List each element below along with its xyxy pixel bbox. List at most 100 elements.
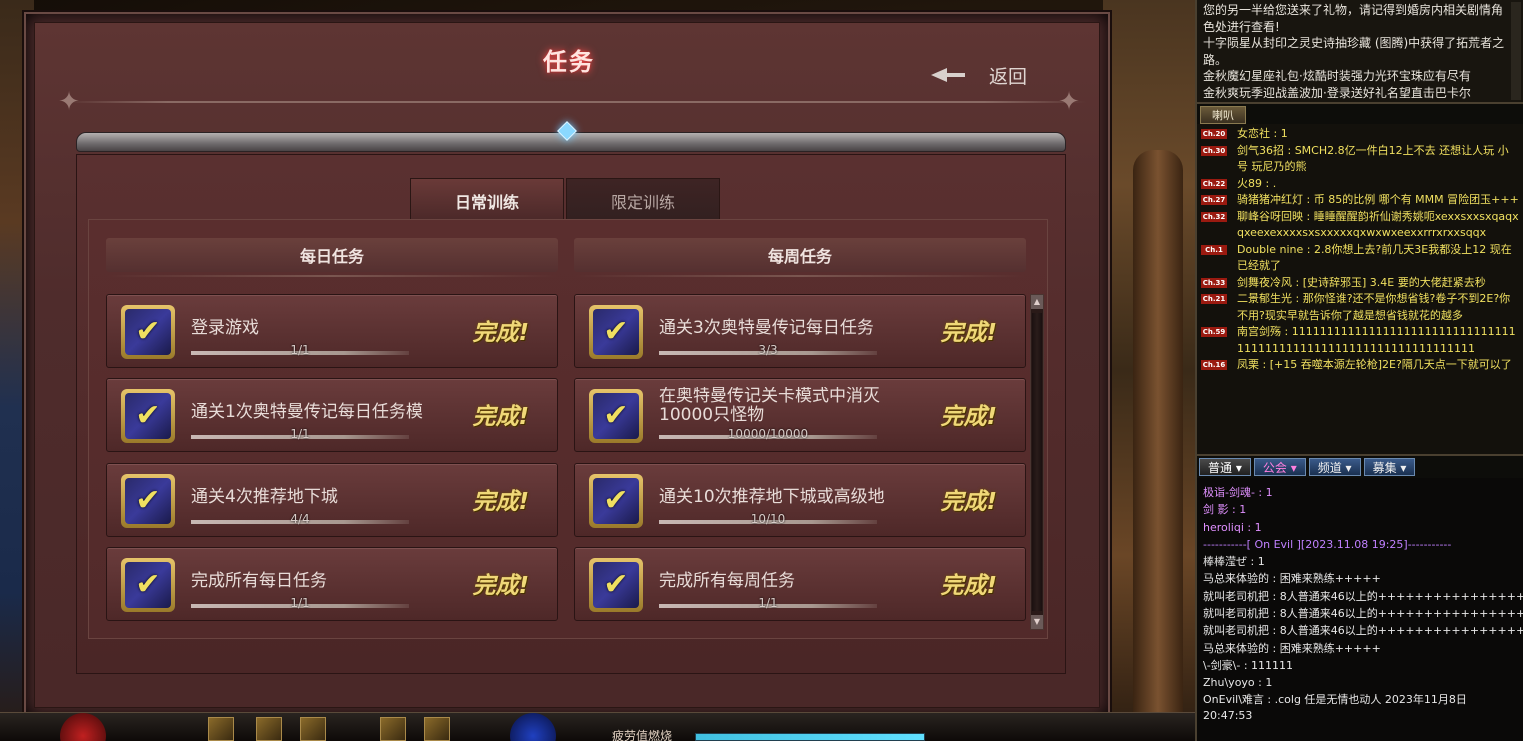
channel-badge: Ch.22 bbox=[1201, 178, 1227, 189]
checkmark-reward-icon: ✔ bbox=[121, 474, 175, 528]
system-message: 色处进行查看! bbox=[1203, 19, 1280, 34]
world-chat-line: Ch.59 南宫剑殇 : 1111111111111111111111111111… bbox=[1201, 324, 1519, 357]
tab-bar: 日常训练 限定训练 bbox=[410, 178, 720, 222]
login-reward-icon: ✔ bbox=[121, 305, 175, 359]
world-chat-text: 女恋社 : 1 bbox=[1237, 127, 1288, 140]
system-message: 金秋爽玩季迎战盖波加·登录送好礼名望直击巴卡尔 bbox=[1203, 85, 1471, 100]
task-complete-label: 完成! bbox=[472, 573, 530, 599]
chat-message: 极诣-剑魂- : 1 bbox=[1203, 486, 1273, 499]
task-name: 完成所有每周任务 bbox=[659, 571, 795, 591]
world-chat-text: Double nine : 2.8你想上去?前几天3E我都没上12 现在已经就了 bbox=[1237, 242, 1512, 273]
weekly-task-row[interactable]: ✔ 在奥特曼传记关卡模式中消灭10000只怪物 10000/10000 完成! bbox=[574, 378, 1026, 452]
tab-label: 公会 bbox=[1262, 461, 1287, 475]
speaker-tab[interactable]: 喇叭 bbox=[1200, 106, 1246, 124]
checkmark-icon: ✔ bbox=[603, 314, 629, 349]
checkmark-icon: ✔ bbox=[603, 483, 629, 518]
skill-slot[interactable] bbox=[424, 717, 450, 741]
system-message: 十字陨星从封印之灵史诗抽珍藏 (图腾)中获得了拓荒者之 bbox=[1203, 36, 1505, 50]
scroll-down-icon[interactable]: ▼ bbox=[1031, 615, 1043, 629]
skill-slot[interactable] bbox=[256, 717, 282, 741]
daily-quests-header: 每日任务 bbox=[106, 238, 558, 277]
task-progress-count: 4/4 bbox=[290, 512, 310, 526]
task-complete-label: 完成! bbox=[472, 404, 530, 430]
task-complete-label: 完成! bbox=[472, 489, 530, 515]
icon-face: ✔ bbox=[125, 309, 171, 355]
world-chat-line: Ch.20 女恋社 : 1 bbox=[1201, 126, 1519, 143]
world-chat-text: 骑猪猪冲红灯 : 币 85的比例 哪个有 MMM 冒险团玉+++ bbox=[1237, 193, 1519, 206]
daily-task-row[interactable]: ✔ 通关1次奥特曼传记每日任务模 1/1 完成! bbox=[106, 378, 558, 452]
task-progress-count: 3/3 bbox=[758, 343, 778, 357]
tab-daily-training[interactable]: 日常训练 bbox=[410, 178, 564, 222]
weekly-task-row[interactable]: ✔ 完成所有每周任务 1/1 完成! bbox=[574, 547, 1026, 621]
daily-task-row[interactable]: ✔ 登录游戏 1/1 完成! bbox=[106, 294, 558, 368]
daily-task-row[interactable]: ✔ 完成所有每日任务 1/1 完成! bbox=[106, 547, 558, 621]
icon-face: ✔ bbox=[593, 309, 639, 355]
scrollbar-thumb[interactable] bbox=[1032, 313, 1042, 611]
channel-badge: Ch.1 bbox=[1201, 244, 1227, 255]
tab-channel-chat[interactable]: 频道 ▾ bbox=[1308, 458, 1361, 476]
chat-message: 就叫老司机把 : 8人普通来46以上的+++++++++++++++++ bbox=[1203, 607, 1523, 621]
system-scrollbar[interactable] bbox=[1511, 2, 1521, 100]
skill-slot[interactable] bbox=[300, 717, 326, 741]
weekly-task-row[interactable]: ✔ 通关3次奥特曼传记每日任务 3/3 完成! bbox=[574, 294, 1026, 368]
task-progress-count: 10/10 bbox=[750, 512, 786, 526]
task-progress-count: 1/1 bbox=[758, 596, 778, 610]
tab-guild-chat[interactable]: 公会 ▾ bbox=[1253, 458, 1306, 476]
tab-limited-training[interactable]: 限定训练 bbox=[566, 178, 720, 222]
task-name: 通关4次推荐地下城 bbox=[191, 487, 338, 507]
system-message: 金秋魔幻星座礼包·炫酷时装强力光环宝珠应有尽有 bbox=[1203, 69, 1471, 83]
checkmark-icon: ✔ bbox=[603, 567, 629, 602]
checkmark-reward-icon: ✔ bbox=[589, 305, 643, 359]
world-chat-text: 凤栗 : [+15 吞噬本源左轮枪]2E?隔几天点一下就可以了 bbox=[1237, 358, 1512, 371]
world-chat-box: Ch.20 女恋社 : 1 Ch.30 剑气36招 : SMCH2.8亿一件白12上… bbox=[1197, 124, 1523, 456]
world-chat-line: Ch.1 Double nine : 2.8你想上去?前几天3E我都没上12 现在… bbox=[1201, 242, 1519, 275]
channel-badge: Ch.27 bbox=[1201, 195, 1227, 205]
icon-face: ✔ bbox=[593, 393, 639, 439]
daily-task-row[interactable]: ✔ 通关4次推荐地下城 4/4 完成! bbox=[106, 463, 558, 537]
tab-recruit-chat[interactable]: 募集 ▾ bbox=[1363, 458, 1416, 476]
world-chat-line: Ch.32 聊峰谷呀回映 : 睡睡醒醒韵祈仙谢秀姚呃xexxsxxsxqaqxqx… bbox=[1201, 209, 1519, 242]
tab-normal-chat[interactable]: 普通 ▾ bbox=[1199, 458, 1251, 476]
chat-message: OnEvil\难言 : .colg 任是无情也动人 2023年11月8日 20:… bbox=[1203, 692, 1467, 722]
task-complete-label: 完成! bbox=[940, 489, 998, 515]
chat-message: 剑 影 : 1 bbox=[1203, 503, 1247, 517]
checkmark-reward-icon: ✔ bbox=[121, 389, 175, 443]
system-message-box: 您的另一半给您送来了礼物，请记得到婚房内相关剧情角 色处进行查看! 十字陨星从封… bbox=[1197, 0, 1523, 104]
chat-message: 马总来体验的 : 困难来熟练+++++ bbox=[1203, 641, 1381, 655]
icon-face: ✔ bbox=[593, 478, 639, 524]
quest-panel: 任务 返回 ✦ ✦ 日常训练 限定训练 每日任务 每周任务 ✔ 登录游戏 1/1… bbox=[24, 12, 1110, 718]
world-chat-text: 二景郁生光 : 那你怪谁?还不是你想省钱?卷子不到2E?你不用?现实早就告诉你了… bbox=[1237, 292, 1511, 322]
decorative-star-icon: ✦ bbox=[58, 87, 80, 117]
world-chat-text: 火89 : . bbox=[1237, 176, 1277, 190]
fatigue-bar bbox=[695, 733, 925, 741]
checkmark-icon: ✔ bbox=[135, 398, 161, 433]
back-label: 返回 bbox=[989, 65, 1028, 88]
fatigue-label: 疲劳值燃烧 bbox=[612, 729, 673, 741]
quest-scrollbar[interactable]: ▲ ▼ bbox=[1030, 294, 1044, 630]
task-complete-label: 完成! bbox=[940, 404, 998, 430]
checkmark-icon: ✔ bbox=[135, 483, 161, 518]
weekly-task-row[interactable]: ✔ 通关10次推荐地下城或高级地 10/10 完成! bbox=[574, 463, 1026, 537]
chat-message-box: 极诣-剑魂- : 1 剑 影 : 1 heroliqi : 1 --------… bbox=[1197, 478, 1523, 741]
scroll-up-icon[interactable]: ▲ bbox=[1031, 295, 1043, 309]
checkmark-reward-icon: ✔ bbox=[589, 474, 643, 528]
game-screen: 任务 返回 ✦ ✦ 日常训练 限定训练 每日任务 每周任务 ✔ 登录游戏 1/1… bbox=[0, 0, 1523, 741]
checkmark-reward-icon: ✔ bbox=[121, 558, 175, 612]
channel-badge: Ch.21 bbox=[1201, 294, 1227, 304]
icon-face: ✔ bbox=[593, 562, 639, 608]
channel-badge: Ch.16 bbox=[1201, 360, 1227, 370]
world-chat-text: 聊峰谷呀回映 : 睡睡醒醒韵祈仙谢秀姚呃xexxsxxsxqaqxqxeexex… bbox=[1237, 209, 1519, 240]
back-button[interactable]: 返回 bbox=[931, 60, 1041, 90]
channel-badge: Ch.32 bbox=[1201, 211, 1227, 222]
chat-panel: 您的另一半给您送来了礼物，请记得到婚房内相关剧情角 色处进行查看! 十字陨星从封… bbox=[1195, 0, 1523, 741]
decorative-star-icon: ✦ bbox=[1058, 87, 1080, 117]
task-progress-count: 1/1 bbox=[290, 343, 310, 357]
hp-orb bbox=[60, 713, 106, 741]
skill-slot[interactable] bbox=[380, 717, 406, 741]
checkmark-icon: ✔ bbox=[135, 567, 161, 602]
system-message: 路。 bbox=[1203, 52, 1228, 67]
skill-slot[interactable] bbox=[208, 717, 234, 741]
chat-message: heroliqi : 1 bbox=[1203, 520, 1262, 534]
channel-badge: Ch.59 bbox=[1201, 327, 1227, 337]
checkmark-reward-icon: ✔ bbox=[589, 558, 643, 612]
